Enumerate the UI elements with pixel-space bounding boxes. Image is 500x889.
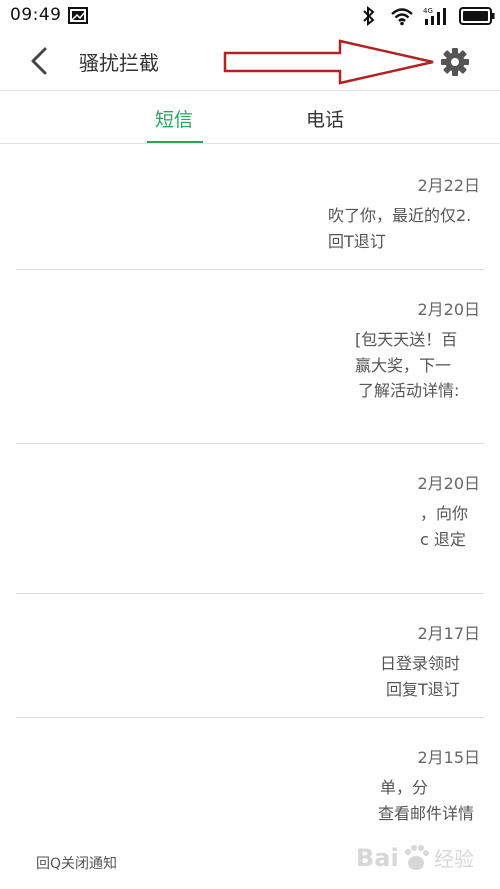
message-preview-line: 回复T退订 — [386, 680, 460, 699]
message-date: 2月22日 — [417, 176, 480, 195]
status-time: 09:49 — [10, 5, 62, 25]
battery-icon — [459, 7, 495, 25]
message-preview-line: c 退定 — [420, 530, 466, 549]
message-preview-line: 赢大奖，下一 — [355, 356, 452, 375]
message-preview-line: 单，分 — [380, 778, 429, 797]
message-date: 2月15日 — [417, 748, 480, 767]
tab-sms[interactable]: 短信 — [155, 105, 193, 132]
message-preview-line: 了解活动详情: — [358, 381, 460, 400]
svg-text:Bai: Bai — [356, 844, 399, 872]
message-date: 2月20日 — [417, 300, 480, 319]
message-preview-line: 吹了你，最近的仅2. — [328, 206, 472, 225]
message-date: 2月17日 — [417, 624, 480, 643]
image-notification-icon — [68, 7, 88, 24]
status-bar: 09:49 4G — [0, 0, 500, 32]
settings-gear-icon[interactable] — [440, 47, 470, 77]
message-preview-line: 日登录领时 — [380, 654, 461, 673]
message-preview-line: [包天天送！百 — [355, 330, 458, 349]
wifi-icon — [391, 8, 413, 26]
truncated-message-text: 回Q关闭通知 — [36, 856, 118, 872]
message-item-2[interactable]: 2月20日 [包天天送！百 赢大奖，下一 了解活动详情: — [0, 270, 500, 444]
bluetooth-icon — [363, 6, 375, 26]
message-item-1[interactable]: 2月22日 吹了你，最近的仅2. 回T退订 — [0, 144, 500, 270]
message-item-5[interactable]: 2月15日 单，分 查看邮件详情 — [0, 718, 500, 848]
tab-bar: 短信 电话 — [0, 91, 500, 144]
page-title: 骚扰拦截 — [79, 51, 159, 75]
message-preview-line: 回T退订 — [328, 232, 386, 251]
message-item-4[interactable]: 2月17日 日登录领时 回复T退订 — [0, 594, 500, 718]
annotation-arrow — [223, 39, 434, 85]
svg-text:4G: 4G — [423, 7, 433, 15]
4g-signal-icon: 4G — [423, 7, 446, 25]
message-item-3[interactable]: 2月20日 ，向你 c 退定 — [0, 444, 500, 594]
message-preview-line: 查看邮件详情 — [378, 804, 475, 823]
tab-phone[interactable]: 电话 — [306, 105, 344, 132]
message-date: 2月20日 — [417, 474, 480, 493]
back-chevron-left-icon[interactable] — [26, 46, 52, 76]
svg-text:经验: 经验 — [434, 847, 474, 871]
message-preview-line: ，向你 — [420, 504, 469, 523]
baidu-watermark-logo: Bai 经验 — [356, 844, 474, 872]
